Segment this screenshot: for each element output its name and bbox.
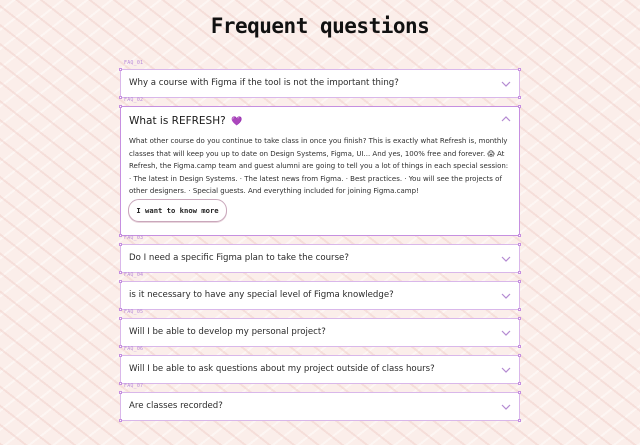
purple-heart-icon: 💜 bbox=[231, 117, 243, 127]
chevron-down-icon[interactable] bbox=[501, 367, 511, 373]
faq-item[interactable]: FAQ_01 Why a course with Figma if the to… bbox=[119, 60, 521, 99]
faq-question: Will I be able to develop my personal pr… bbox=[129, 327, 326, 337]
faq-question: Do I need a specific Figma plan to take … bbox=[129, 253, 349, 263]
faq-question: Will I be able to ask questions about my… bbox=[129, 364, 435, 374]
chevron-down-icon[interactable] bbox=[501, 256, 511, 262]
faq-question: is it necessary to have any special leve… bbox=[129, 290, 394, 300]
page-title: Frequent questions bbox=[210, 14, 430, 38]
chevron-down-icon[interactable] bbox=[501, 81, 511, 87]
faq-tag: FAQ_04 bbox=[124, 272, 144, 278]
faq-tag: FAQ_01 bbox=[124, 60, 144, 66]
faq-tag: FAQ_07 bbox=[124, 383, 144, 389]
faq-item[interactable]: FAQ_04 is it necessary to have any speci… bbox=[119, 272, 521, 311]
faq-question-text: What is REFRESH? bbox=[129, 115, 226, 127]
faq-tag: FAQ_03 bbox=[124, 235, 144, 241]
faq-item[interactable]: FAQ_06 Will I be able to ask questions a… bbox=[119, 346, 521, 385]
faq-item[interactable]: FAQ_07 Are classes recorded? bbox=[119, 383, 521, 422]
faq-item-expanded: FAQ_02 What is REFRESH? 💜 What other cou… bbox=[119, 97, 521, 237]
faq-answer: What other course do you continue to tak… bbox=[129, 137, 509, 196]
faq-item[interactable]: FAQ_03 Do I need a specific Figma plan t… bbox=[119, 235, 521, 274]
chevron-down-icon[interactable] bbox=[501, 330, 511, 336]
faq-question: Why a course with Figma if the tool is n… bbox=[129, 78, 399, 88]
faq-item[interactable]: FAQ_05 Will I be able to develop my pers… bbox=[119, 309, 521, 348]
faq-question: Are classes recorded? bbox=[129, 401, 223, 411]
chevron-down-icon[interactable] bbox=[501, 293, 511, 299]
faq-tag: FAQ_02 bbox=[124, 97, 144, 103]
faq-tag: FAQ_05 bbox=[124, 309, 144, 315]
faq-question[interactable]: What is REFRESH? 💜 bbox=[129, 115, 242, 127]
know-more-button[interactable]: I want to know more bbox=[128, 199, 227, 222]
chevron-up-icon[interactable] bbox=[501, 116, 511, 122]
chevron-down-icon[interactable] bbox=[501, 404, 511, 410]
faq-tag: FAQ_06 bbox=[124, 346, 144, 352]
